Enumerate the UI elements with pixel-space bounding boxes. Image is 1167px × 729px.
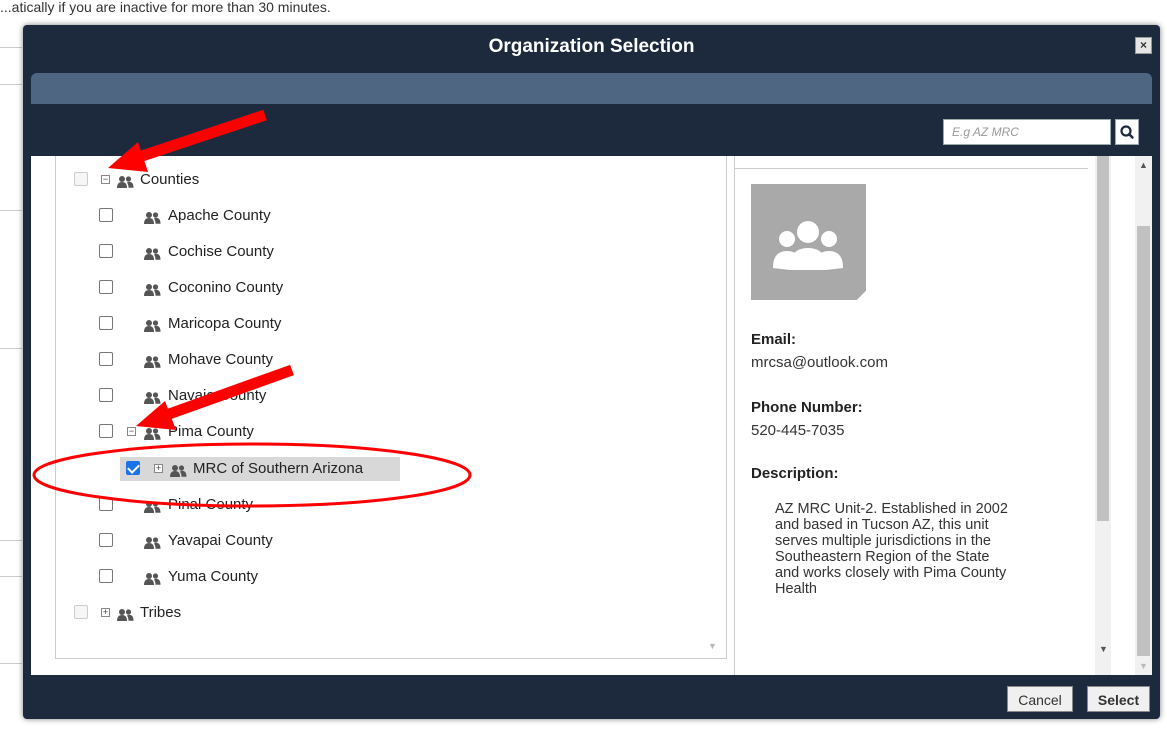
annotation-overlay xyxy=(32,109,472,508)
annotation-ellipse xyxy=(32,442,472,508)
annotation-arrow-icon xyxy=(108,109,267,172)
annotation-arrow-icon xyxy=(136,364,294,430)
